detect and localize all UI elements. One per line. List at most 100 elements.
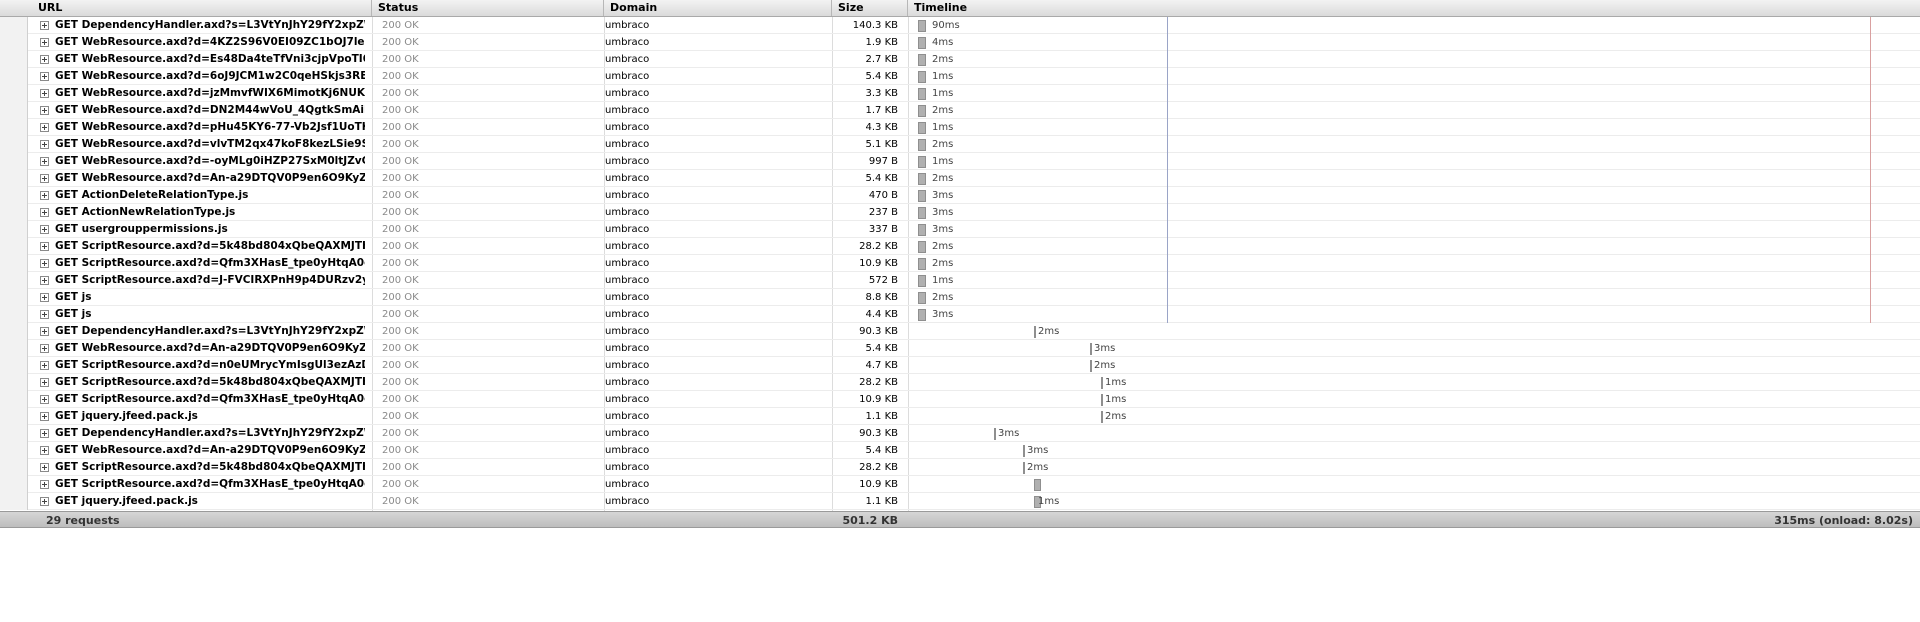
column-header-size[interactable]: Size xyxy=(832,0,908,16)
request-size: 337 B xyxy=(868,224,898,235)
request-row[interactable]: GET jquery.jfeed.pack.js 200 OK umbraco 1.1… xyxy=(0,408,1920,425)
request-row[interactable]: GET ActionNewRelationType.js 200 OK umbrac… xyxy=(0,204,1920,221)
request-row[interactable]: GET ScriptResource.axd?d=5k48bd804xQbeQA… xyxy=(0,374,1920,391)
request-row[interactable]: GET ScriptResource.axd?d=J-FVCIRXPnH9p4D… xyxy=(0,272,1920,289)
expand-icon[interactable] xyxy=(40,89,49,98)
request-row[interactable]: GET WebResource.axd?d=jzMmvfWIX6MimotKj6… xyxy=(0,85,1920,102)
expand-icon[interactable] xyxy=(40,208,49,217)
request-url[interactable]: GET WebResource.axd?d=jzMmvfWIX6MimotKj6… xyxy=(55,85,365,102)
expand-icon[interactable] xyxy=(40,480,49,489)
expand-icon[interactable] xyxy=(40,276,49,285)
request-url[interactable]: GET WebResource.axd?d=Es48Da4teTfVni3cjp… xyxy=(55,51,365,68)
request-row[interactable]: GET ScriptResource.axd?d=5k48bd804xQbeQA… xyxy=(0,459,1920,476)
expand-icon[interactable] xyxy=(40,174,49,183)
request-url[interactable]: GET ActionNewRelationType.js xyxy=(55,204,365,221)
request-row[interactable]: GET DependencyHandler.axd?s=L3VtYnJhY29f… xyxy=(0,425,1920,442)
expand-icon[interactable] xyxy=(40,361,49,370)
request-url[interactable]: GET jquery.jfeed.pack.js xyxy=(55,493,365,510)
dom-content-loaded-marker xyxy=(1167,17,1168,323)
expand-icon[interactable] xyxy=(40,412,49,421)
request-row[interactable]: GET ScriptResource.axd?d=Qfm3XHasE_tpe0y… xyxy=(0,476,1920,493)
request-url[interactable]: GET ScriptResource.axd?d=5k48bd804xQbeQA… xyxy=(55,459,365,476)
request-url[interactable]: GET ScriptResource.axd?d=n0eUMrycYmIsgUl… xyxy=(55,357,365,374)
expand-icon[interactable] xyxy=(40,327,49,336)
request-url[interactable]: GET usergrouppermissions.js xyxy=(55,221,365,238)
request-row[interactable]: GET DependencyHandler.axd?s=L3VtYnJhY29f… xyxy=(0,17,1920,34)
expand-icon[interactable] xyxy=(40,38,49,47)
expand-icon[interactable] xyxy=(40,191,49,200)
request-row[interactable]: GET DependencyHandler.axd?s=L3VtYnJhY29f… xyxy=(0,323,1920,340)
request-url[interactable]: GET ScriptResource.axd?d=Qfm3XHasE_tpe0y… xyxy=(55,476,365,493)
expand-icon[interactable] xyxy=(40,378,49,387)
expand-icon[interactable] xyxy=(40,123,49,132)
expand-icon[interactable] xyxy=(40,72,49,81)
expand-icon[interactable] xyxy=(40,242,49,251)
request-url[interactable]: GET DependencyHandler.axd?s=L3VtYnJhY29f… xyxy=(55,425,365,442)
expand-icon[interactable] xyxy=(40,140,49,149)
column-header-status[interactable]: Status xyxy=(372,0,604,16)
expand-icon[interactable] xyxy=(40,310,49,319)
request-url[interactable]: GET WebResource.axd?d=An-a29DTQV0P9en6O9… xyxy=(55,442,365,459)
request-row[interactable]: GET usergrouppermissions.js 200 OK umbraco… xyxy=(0,221,1920,238)
request-url[interactable]: GET js xyxy=(55,306,365,323)
request-url[interactable]: GET jquery.jfeed.pack.js xyxy=(55,408,365,425)
request-url[interactable]: GET ScriptResource.axd?d=J-FVCIRXPnH9p4D… xyxy=(55,272,365,289)
expand-icon[interactable] xyxy=(40,497,49,506)
request-row[interactable]: GET js 200 OK umbraco 8.8 KB 2ms xyxy=(0,289,1920,306)
expand-icon[interactable] xyxy=(40,429,49,438)
request-row[interactable]: GET jquery.jfeed.pack.js 200 OK umbraco 1.1… xyxy=(0,493,1920,510)
expand-icon[interactable] xyxy=(40,293,49,302)
column-header-timeline[interactable]: Timeline xyxy=(908,0,1920,16)
expand-icon[interactable] xyxy=(40,225,49,234)
column-header-domain[interactable]: Domain xyxy=(604,0,832,16)
request-row[interactable]: GET WebResource.axd?d=An-a29DTQV0P9en6O9… xyxy=(0,170,1920,187)
request-row[interactable]: GET ScriptResource.axd?d=n0eUMrycYmIsgUl… xyxy=(0,357,1920,374)
expand-icon[interactable] xyxy=(40,395,49,404)
request-url[interactable]: GET WebResource.axd?d=-oyMLg0iHZP27SxM0l… xyxy=(55,153,365,170)
request-row[interactable]: GET WebResource.axd?d=4KZ2S96V0EI09ZC1bO… xyxy=(0,34,1920,51)
expand-icon[interactable] xyxy=(40,259,49,268)
request-row[interactable]: GET WebResource.axd?d=vlvTM2qx47koF8kezL… xyxy=(0,136,1920,153)
timeline-bar xyxy=(918,54,926,66)
request-url[interactable]: GET ScriptResource.axd?d=5k48bd804xQbeQA… xyxy=(55,374,365,391)
request-row[interactable]: GET ScriptResource.axd?d=Qfm3XHasE_tpe0y… xyxy=(0,255,1920,272)
request-url[interactable]: GET ScriptResource.axd?d=Qfm3XHasE_tpe0y… xyxy=(55,391,365,408)
request-row[interactable]: GET WebResource.axd?d=-oyMLg0iHZP27SxM0l… xyxy=(0,153,1920,170)
request-url[interactable]: GET WebResource.axd?d=DN2M44wVoU_4QgtkSm… xyxy=(55,102,365,119)
request-url[interactable]: GET DependencyHandler.axd?s=L3VtYnJhY29f… xyxy=(55,17,365,34)
expand-icon[interactable] xyxy=(40,157,49,166)
request-url[interactable]: GET WebResource.axd?d=An-a29DTQV0P9en6O9… xyxy=(55,340,365,357)
request-row[interactable]: GET ScriptResource.axd?d=5k48bd804xQbeQA… xyxy=(0,238,1920,255)
request-domain: umbraco xyxy=(605,156,650,167)
request-url[interactable]: GET WebResource.axd?d=An-a29DTQV0P9en6O9… xyxy=(55,170,365,187)
request-url[interactable]: GET WebResource.axd?d=6oJ9JCM1w2C0qeHSkj… xyxy=(55,68,365,85)
expand-icon[interactable] xyxy=(40,55,49,64)
column-header-url[interactable]: URL xyxy=(28,0,372,16)
request-url[interactable]: GET DependencyHandler.axd?s=L3VtYnJhY29f… xyxy=(55,323,365,340)
expand-icon[interactable] xyxy=(40,106,49,115)
request-url[interactable]: GET ScriptResource.axd?d=5k48bd804xQbeQA… xyxy=(55,238,365,255)
expand-icon[interactable] xyxy=(40,463,49,472)
request-row[interactable]: GET ActionDeleteRelationType.js 200 OK umb… xyxy=(0,187,1920,204)
request-row[interactable]: GET WebResource.axd?d=Es48Da4teTfVni3cjp… xyxy=(0,51,1920,68)
request-row[interactable]: GET WebResource.axd?d=pHu45KY6-77-Vb2Jsf… xyxy=(0,119,1920,136)
request-row[interactable]: GET ScriptResource.axd?d=Qfm3XHasE_tpe0y… xyxy=(0,391,1920,408)
request-url[interactable]: GET WebResource.axd?d=vlvTM2qx47koF8kezL… xyxy=(55,136,365,153)
request-url[interactable]: GET js xyxy=(55,289,365,306)
timeline-duration: 1ms xyxy=(932,275,954,286)
request-row[interactable]: GET WebResource.axd?d=6oJ9JCM1w2C0qeHSkj… xyxy=(0,68,1920,85)
request-url[interactable]: GET WebResource.axd?d=pHu45KY6-77-Vb2Jsf… xyxy=(55,119,365,136)
row-gutter xyxy=(0,289,28,306)
request-url[interactable]: GET ActionDeleteRelationType.js xyxy=(55,187,365,204)
expand-icon[interactable] xyxy=(40,344,49,353)
expand-icon[interactable] xyxy=(40,446,49,455)
request-row[interactable]: GET js 200 OK umbraco 4.4 KB 3ms xyxy=(0,306,1920,323)
request-row[interactable]: GET WebResource.axd?d=An-a29DTQV0P9en6O9… xyxy=(0,442,1920,459)
request-row[interactable]: GET WebResource.axd?d=DN2M44wVoU_4QgtkSm… xyxy=(0,102,1920,119)
request-url[interactable]: GET ScriptResource.axd?d=Qfm3XHasE_tpe0y… xyxy=(55,255,365,272)
request-row[interactable]: GET WebResource.axd?d=An-a29DTQV0P9en6O9… xyxy=(0,340,1920,357)
row-gutter xyxy=(0,391,28,408)
request-url[interactable]: GET WebResource.axd?d=4KZ2S96V0EI09ZC1bO… xyxy=(55,34,365,51)
expand-icon[interactable] xyxy=(40,21,49,30)
row-gutter xyxy=(0,17,28,34)
